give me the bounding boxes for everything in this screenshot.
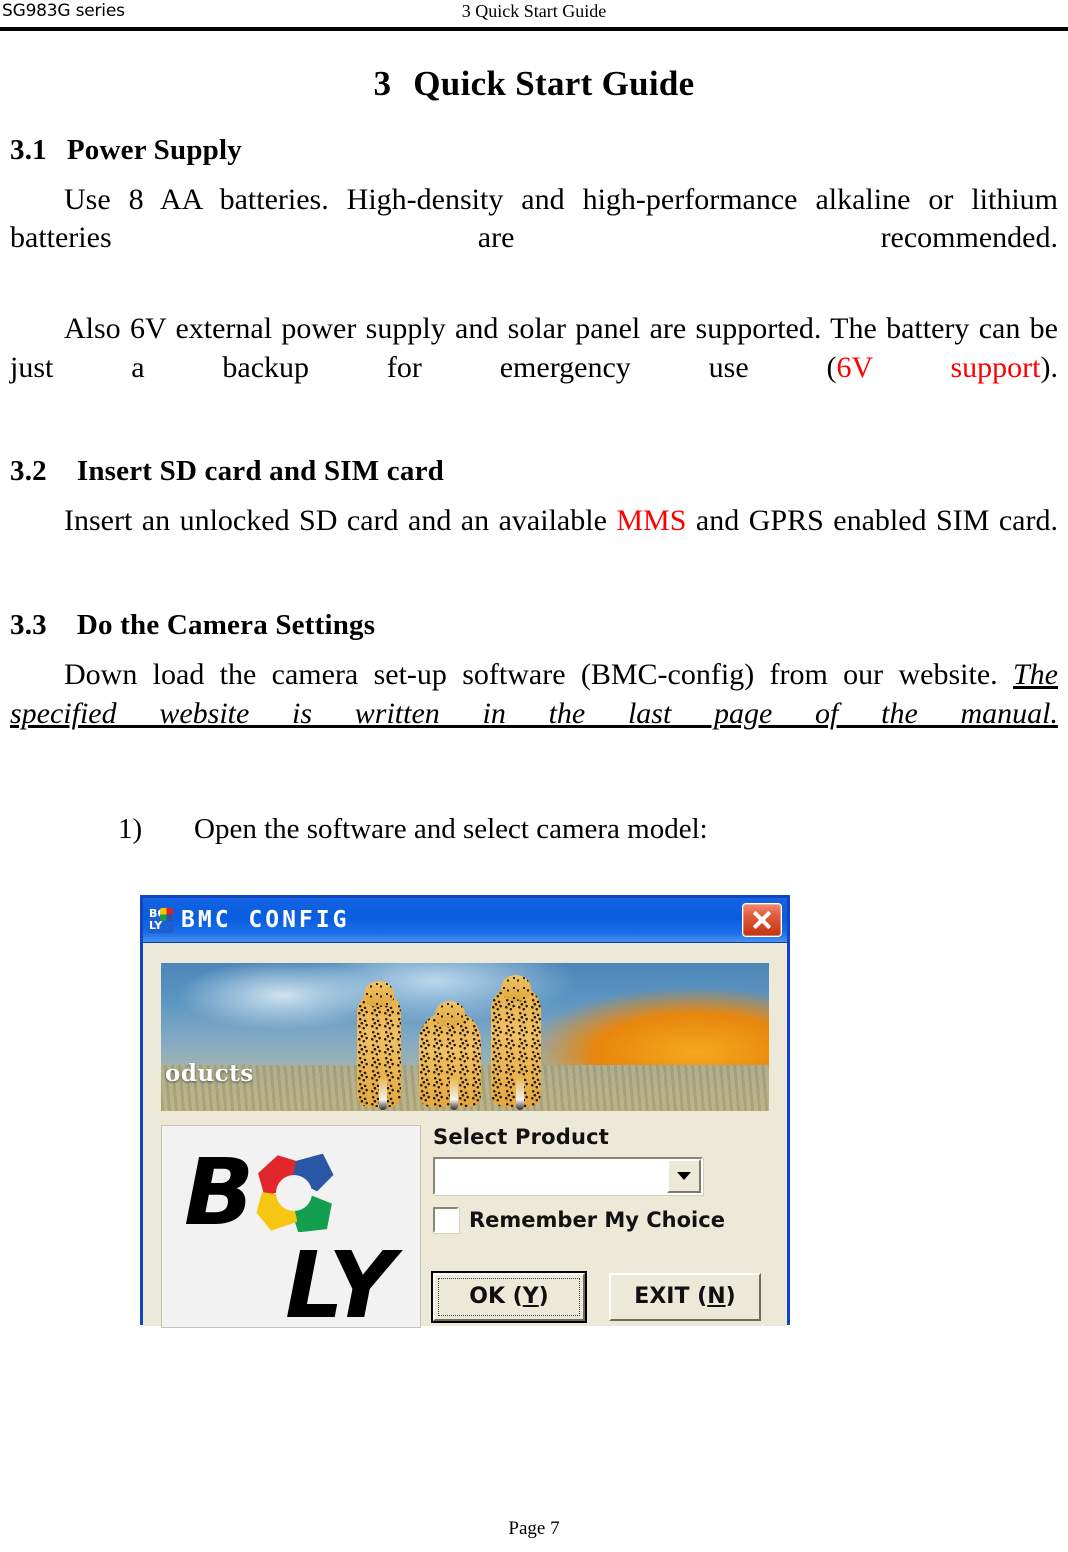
cheetah-banner-image: oducts <box>161 962 769 1111</box>
remember-my-choice-checkbox[interactable] <box>433 1206 459 1233</box>
select-product-dropdown[interactable] <box>433 1156 703 1195</box>
select-product-label: Select Product <box>433 1124 610 1149</box>
cheetah-tail <box>450 1075 458 1110</box>
dialog-title: BMC CONFIG <box>181 906 350 933</box>
paragraph-3-3-a: Down load the camera set-up software (BM… <box>10 656 1058 771</box>
highlight-mms: MMS <box>616 504 687 538</box>
dialog-body: oducts B LY Select Product Remember My C… <box>143 942 787 1328</box>
banner-caption: oducts <box>165 1059 254 1087</box>
section-heading-3-1: 3.1 Power Supply <box>10 134 1058 167</box>
exit-button-suffix: ) <box>725 1284 736 1310</box>
dialog-titlebar[interactable]: BO LY BMC CONFIG <box>143 897 787 943</box>
cheetah-head <box>501 974 531 1001</box>
paragraph-text: Insert an unlocked SD card and an availa… <box>64 504 617 538</box>
icon-line-2: LY <box>149 918 163 932</box>
section-title-3-2: Insert SD card and SIM card <box>76 455 444 488</box>
bmc-config-dialog: BO LY BMC CONFIG oducts B LY Select Prod… <box>140 894 790 1328</box>
dialog-form-pane: Select Product Remember My Choice <box>433 1125 773 1233</box>
paragraph-3-1-b: Also 6V external power supply and solar … <box>10 310 1058 425</box>
select-product-value[interactable] <box>435 1159 667 1193</box>
logo-pinwheel-icon <box>253 1152 335 1234</box>
pinwheel-icon <box>160 907 173 921</box>
paragraph-text: Down load the camera set-up software (BM… <box>64 658 1013 692</box>
boly-logo-row-top: B <box>184 1138 398 1246</box>
highlight-6v-support: 6V support <box>836 350 1041 384</box>
exit-button[interactable]: EXIT (N) <box>609 1272 761 1321</box>
screenshot-figure: BO LY BMC CONFIG oducts B LY Select Prod… <box>10 894 1058 1328</box>
boly-logo-icon: BO LY <box>148 906 174 933</box>
list-item-marker: 1) <box>118 813 143 846</box>
boly-logo-graphic: B LY <box>184 1138 398 1328</box>
section-title-3-3: Do the Camera Settings <box>76 609 376 642</box>
paragraph-text-tail: ). <box>1040 350 1059 384</box>
ok-button-suffix: ) <box>538 1284 549 1310</box>
paragraph-3-2-a: Insert an unlocked SD card and an availa… <box>10 502 1058 579</box>
pinwheel-center <box>276 1174 313 1212</box>
list-item: 1) Open the software and select camera mo… <box>10 811 1058 849</box>
cheetah-tail <box>379 1075 387 1110</box>
section-number-3-3: 3.3 <box>10 609 47 642</box>
header-right-text: 3 Quick Start Guide <box>461 1 607 21</box>
section-number-3-2: 3.2 <box>10 455 47 488</box>
logo-letter-b: B <box>184 1138 254 1246</box>
cheetah-figure <box>357 980 401 1110</box>
cheetah-head <box>364 980 394 1007</box>
cheetah-figure <box>491 974 541 1110</box>
remember-my-choice-label: Remember My Choice <box>469 1207 725 1232</box>
page-title-text: Quick Start Guide <box>413 64 695 103</box>
paragraph-text: Use 8 AA batteries. High-density and hig… <box>10 183 1058 255</box>
cheetah-tail <box>516 1075 524 1110</box>
page-footer: Page 7 <box>508 1518 560 1539</box>
paragraph-3-1-a: Use 8 AA batteries. High-density and hig… <box>10 181 1058 296</box>
page-title-number: 3 <box>373 64 392 103</box>
cheetah-head <box>435 1000 465 1027</box>
ok-button[interactable]: OK (Y) <box>431 1270 587 1323</box>
chevron-glyph <box>677 1171 691 1180</box>
boly-logo-panel: B LY <box>161 1124 421 1328</box>
chevron-down-icon[interactable] <box>667 1158 701 1193</box>
paragraph-text-tail: and GPRS enabled SIM card. <box>686 504 1058 538</box>
exit-button-accesskey: N <box>707 1284 726 1310</box>
page-header: SG983G series 3 Quick Start Guide <box>0 0 1068 40</box>
ok-button-accesskey: Y <box>522 1284 539 1310</box>
logo-letters-ly: LY <box>285 1231 395 1328</box>
section-heading-3-3: 3.3 Do the Camera Settings <box>10 609 1058 642</box>
ok-button-prefix: OK ( <box>469 1284 523 1310</box>
numbered-list: 1) Open the software and select camera mo… <box>10 811 1058 849</box>
section-heading-3-2: 3.2 Insert SD card and SIM card <box>10 455 1058 488</box>
cheetah-figure <box>419 1000 481 1110</box>
header-rule <box>0 27 1068 31</box>
list-item-label: Open the software and select camera mode… <box>194 813 708 846</box>
document-content: 3 Quick Start Guide 3.1 Power Supply Use 8… <box>10 44 1058 1328</box>
close-icon[interactable] <box>742 902 782 937</box>
remember-my-choice-row[interactable]: Remember My Choice <box>433 1206 773 1233</box>
section-title-3-1: Power Supply <box>66 134 242 166</box>
dialog-button-row: OK (Y) EXIT (N) <box>431 1270 779 1323</box>
page-title: 3 Quick Start Guide <box>10 64 1058 104</box>
exit-button-prefix: EXIT ( <box>634 1284 708 1310</box>
section-number-3-1: 3.1 <box>10 134 47 166</box>
